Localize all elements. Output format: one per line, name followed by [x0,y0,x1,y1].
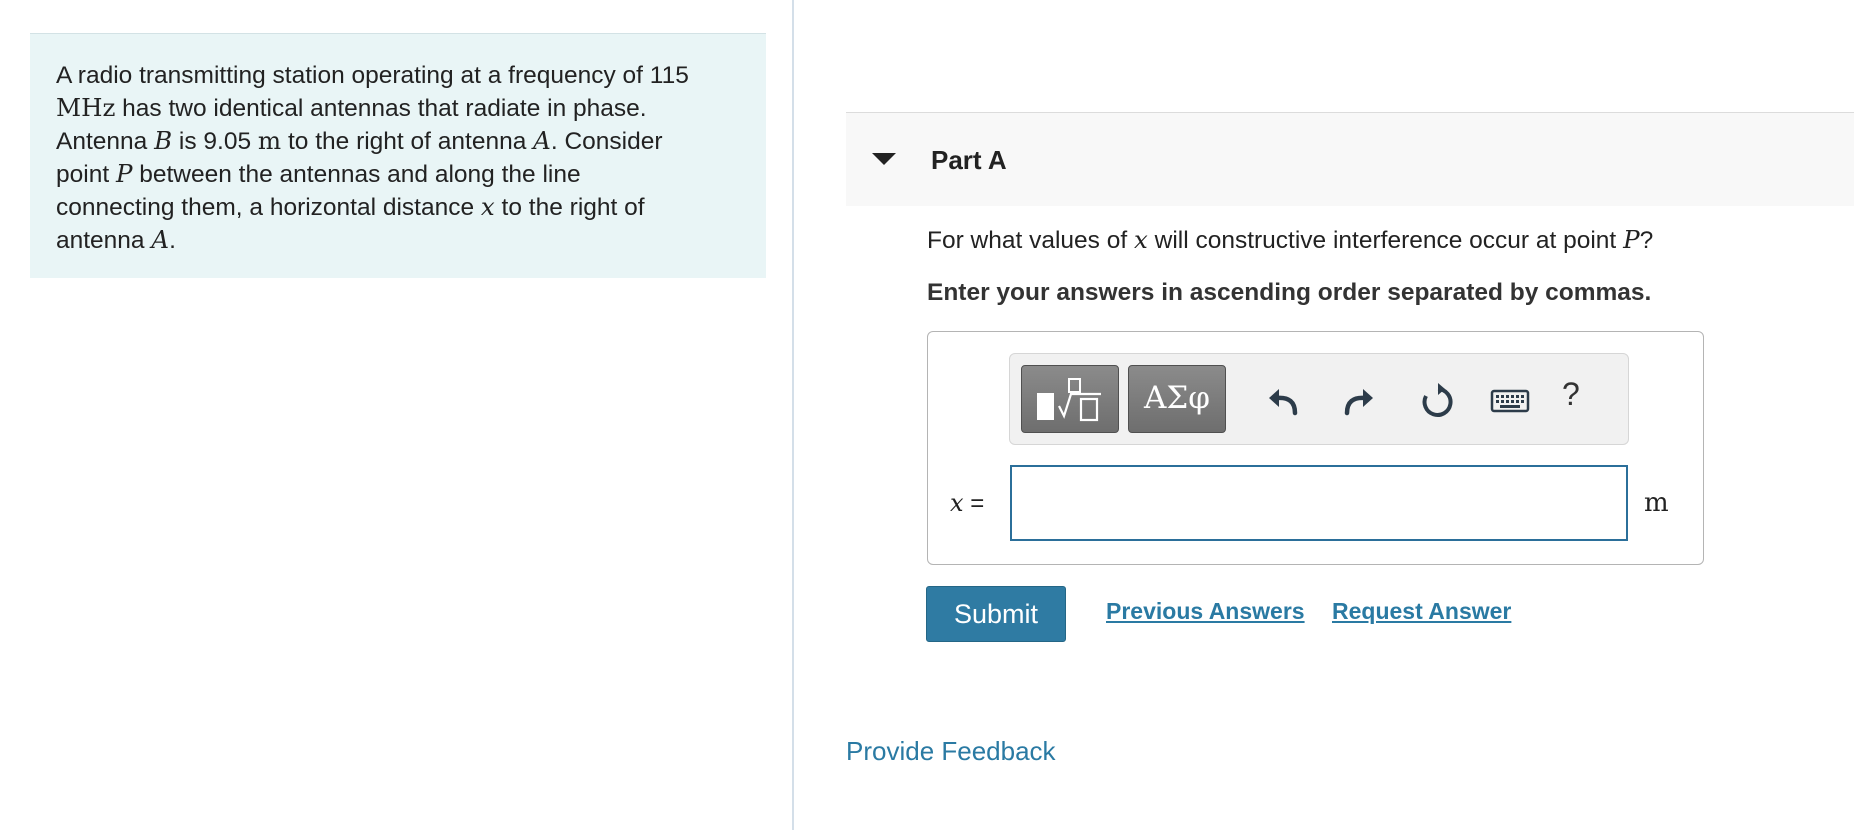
problem-line: point P between the antennas and along t… [56,158,740,191]
problem-text: . Consider [550,128,663,155]
distance-unit: m [257,126,282,155]
problem-text: between the antennas and along the line [132,161,581,188]
question-text: For what values of x will constructive i… [927,225,1653,255]
problem-text: to the right of [494,194,645,221]
answer-variable-label: x = [950,489,984,518]
problem-text: . [169,227,176,254]
answer-instruction: Enter your answers in ascending order se… [927,279,1652,306]
problem-text: point [56,161,116,188]
problem-line: connecting them, a horizontal distance x… [56,191,740,224]
variable-p: P [1623,225,1640,254]
question-fragment: For what values of [927,227,1134,254]
problem-text: Antenna [56,128,155,155]
variable-a: A [151,225,170,254]
answer-input[interactable] [1010,465,1628,541]
keyboard-icon[interactable] [1490,382,1530,418]
problem-text: connecting them, a horizontal distance [56,194,481,221]
undo-icon[interactable] [1265,382,1301,418]
variable-x: x [1133,225,1148,254]
request-answer-link[interactable]: Request Answer [1332,598,1511,625]
answer-unit: m [1644,488,1669,518]
redo-icon[interactable] [1341,382,1377,418]
collapse-triangle-icon[interactable] [872,153,896,165]
problem-text: A radio transmitting station operating a… [56,62,689,89]
part-title: Part A [931,145,1007,175]
greek-symbols-button[interactable]: ΑΣφ [1128,365,1226,433]
reset-icon[interactable] [1418,382,1454,418]
variable-p: P [115,159,133,188]
column-divider [792,0,794,830]
problem-text: is 9.05 [172,128,258,155]
submit-button[interactable]: Submit [926,586,1066,642]
problem-line: MHz has two identical antennas that radi… [56,92,740,125]
problem-line: A radio transmitting station operating a… [56,60,740,92]
templates-icon [1037,378,1101,422]
provide-feedback-link[interactable]: Provide Feedback [846,736,1056,767]
problem-text: to the right of antenna [281,128,534,155]
problem-statement: A radio transmitting station operating a… [30,33,766,278]
equals-sign: = [963,490,985,517]
problem-text: has two identical antennas that radiate … [115,95,647,122]
question-fragment: ? [1639,227,1654,254]
question-fragment: will constructive interference occur at … [1147,227,1624,254]
help-button[interactable]: ? [1562,376,1580,413]
variable-x: x [480,192,495,221]
variable-x: x [950,489,964,517]
problem-line: antenna A. [56,224,740,257]
variable-a: A [533,126,551,155]
part-header[interactable]: Part A [846,112,1854,206]
answer-box: ΑΣφ ? x = m [927,331,1704,565]
previous-answers-link[interactable]: Previous Answers [1106,598,1305,625]
templates-button[interactable] [1021,365,1119,433]
variable-b: B [154,126,173,155]
math-toolbar: ΑΣφ ? [1009,353,1629,445]
frequency-unit: MHz [56,93,116,122]
problem-text: antenna [56,227,152,254]
problem-line: Antenna B is 9.05 m to the right of ante… [56,125,740,158]
